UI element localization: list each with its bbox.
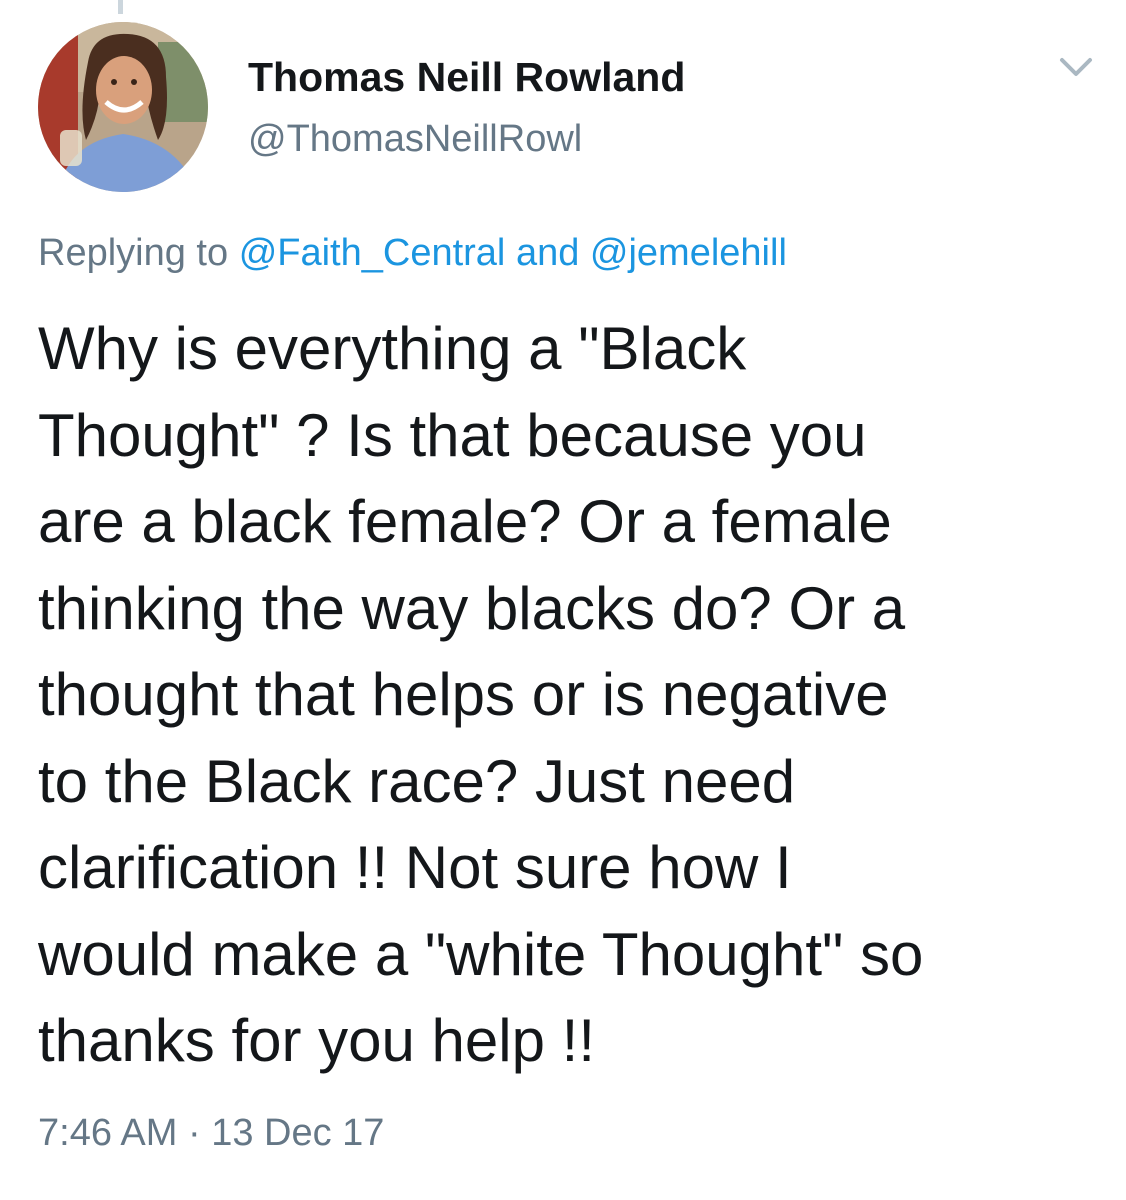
tweet-text-line: thanks for you help !!: [38, 1007, 595, 1074]
mention-link-faith-central[interactable]: @Faith_Central: [239, 232, 506, 274]
tweet-text-line: clarification !! Not sure how I: [38, 834, 792, 901]
replying-to-label: Replying to: [38, 232, 229, 274]
chevron-down-icon: [1060, 58, 1092, 76]
tweet-text-line: Thought" ? Is that because you: [38, 401, 867, 469]
author-handle[interactable]: @ThomasNeillRowl: [248, 118, 582, 161]
tweet-timestamp[interactable]: 7:46 AM · 13 Dec 17: [38, 1112, 384, 1155]
tweet-text-line: are a black female? Or a female: [38, 488, 892, 555]
profile-photo-icon: [38, 22, 208, 192]
tweet-text-line: Why is everything a "Black: [38, 315, 747, 382]
avatar[interactable]: [38, 22, 208, 192]
tweet-text-line: thought that helps or is negative: [38, 661, 889, 728]
thread-connector-line: [118, 0, 123, 14]
tweet-time: 7:46 AM: [38, 1112, 178, 1154]
replying-to: Replying to @Faith_Central and @jemelehi…: [38, 232, 787, 275]
tweet-menu-button[interactable]: [1056, 50, 1096, 84]
tweet-text-line: to the Black race? Just need: [38, 747, 796, 815]
author-display-name[interactable]: Thomas Neill Rowland: [248, 54, 685, 101]
tweet-text: Why is everything a "Black Thought" ? Is…: [38, 306, 1098, 1085]
tweet-text-line: would make a "white Thought" so: [38, 920, 924, 988]
tweet-date: 13 Dec 17: [211, 1112, 385, 1154]
tweet-text-line: thinking the way blacks do? Or a: [38, 574, 906, 642]
mention-link-jemelehill[interactable]: @jemelehill: [590, 232, 787, 274]
timestamp-separator: ·: [187, 1112, 201, 1154]
replying-to-connector[interactable]: and: [516, 232, 579, 274]
